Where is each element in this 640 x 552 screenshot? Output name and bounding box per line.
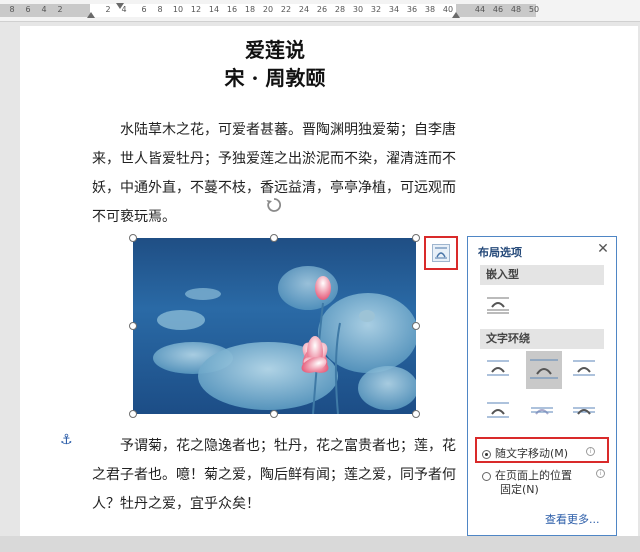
ruler-number: 18 [244,5,256,14]
ruler-number: 4 [41,5,47,14]
resize-handle-nw[interactable] [129,234,137,242]
rotate-icon[interactable] [265,196,283,214]
resize-handle-ne[interactable] [412,234,420,242]
see-more-link[interactable]: 查看更多... [545,511,600,527]
paragraph-2[interactable]: 予谓菊，花之隐逸者也；牡丹，花之富贵者也；莲，花之君子者也。噫！菊之爱，陶后鲜有… [92,432,462,519]
ruler-number: 16 [226,5,238,14]
ruler-number: 24 [298,5,310,14]
resize-handle-w[interactable] [129,322,137,330]
ruler-number: 6 [141,5,147,14]
ruler-number: 34 [388,5,400,14]
wrap-square-icon[interactable] [484,355,512,381]
document-title: 爱莲说 [245,38,305,62]
lotus-image[interactable] [133,238,416,414]
resize-handle-n[interactable] [270,234,278,242]
ruler-number: 20 [262,5,274,14]
ruler-number: 50 [528,5,540,14]
paragraph-2-text: 予谓菊，花之隐逸者也；牡丹，花之富贵者也；莲，花之君子者也。噫！菊之爱，陶后鲜有… [92,438,456,512]
horizontal-ruler[interactable]: 8 6 4 2 2 4 6 8 10 12 14 16 18 20 22 24 26 28 30 32 34 36 38 40… [0,0,640,22]
panel-title: 布局选项 [478,246,522,259]
ruler-number: 2 [105,5,111,14]
anchor-icon[interactable]: ⚓ [60,432,73,448]
close-icon[interactable]: ✕ [595,241,611,257]
ruler-number: 8 [157,5,163,14]
ruler-number: 32 [370,5,382,14]
ruler-number: 36 [406,5,418,14]
wrap-section-header: 文字环绕 [480,329,604,349]
wrap-tight-icon[interactable] [526,351,562,389]
inline-section-header: 嵌入型 [480,265,604,285]
wrap-top-bottom-icon[interactable] [484,397,512,423]
inline-with-text-icon[interactable] [484,291,512,317]
ruler-number: 12 [190,5,202,14]
move-with-text-highlight [475,437,609,463]
ruler-number: 38 [424,5,436,14]
first-line-indent-marker[interactable] [116,3,124,9]
resize-handle-se[interactable] [412,410,420,418]
ruler-number: 48 [510,5,522,14]
wrap-through-icon[interactable] [570,355,598,381]
ruler-number: 44 [474,5,486,14]
bottom-bar [0,536,640,552]
resize-handle-e[interactable] [412,322,420,330]
ruler-number: 6 [25,5,31,14]
wrap-behind-text-icon[interactable] [528,397,556,423]
fix-position-label-2: 固定(N) [500,483,539,496]
resize-handle-s[interactable] [270,410,278,418]
ruler-number: 28 [334,5,346,14]
ruler-number: 14 [208,5,220,14]
ruler-number: 30 [352,5,364,14]
ruler-number: 46 [492,5,504,14]
ruler-number: 2 [57,5,63,14]
ruler-number: 10 [172,5,184,14]
layout-options-icon [432,244,450,262]
wrap-in-front-icon[interactable] [570,397,598,423]
ruler-number: 26 [316,5,328,14]
left-indent-marker[interactable] [87,12,95,18]
resize-handle-sw[interactable] [129,410,137,418]
right-indent-marker[interactable] [452,12,460,18]
fix-position-radio[interactable] [482,471,491,481]
document-subtitle: 宋 · 周敦颐 [224,66,326,90]
info-icon-2[interactable]: i [596,469,605,478]
layout-options-panel[interactable]: 布局选项 ✕ 嵌入型 文字环绕 随文字移动(M) i 在页面上的位置 固定(N)… [467,236,617,536]
paragraph-1[interactable]: 水陆草木之花，可爱者甚蕃。晋陶渊明独爱菊；自李唐来，世人皆爱牡丹；予独爱莲之出淤… [92,116,462,232]
layout-options-button[interactable] [424,236,458,270]
ruler-number: 8 [9,5,15,14]
ruler-number: 22 [280,5,292,14]
